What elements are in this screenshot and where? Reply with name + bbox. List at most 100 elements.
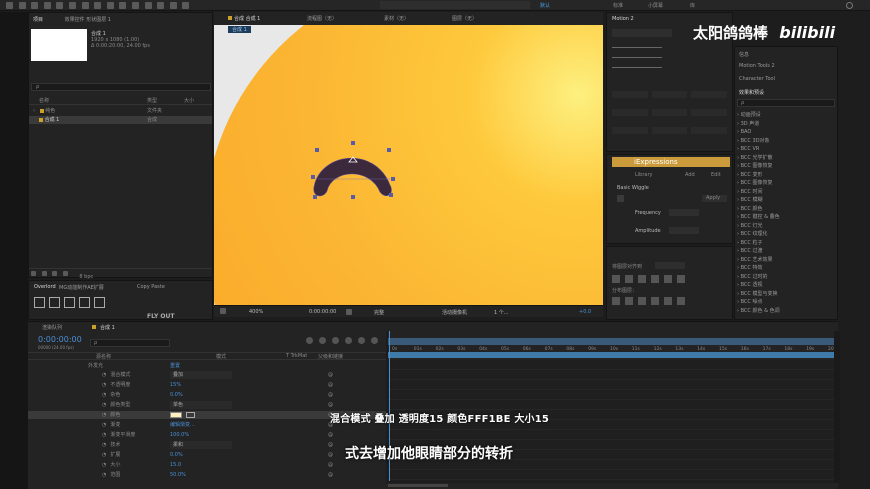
zoom-slider[interactable]: [388, 484, 448, 487]
motion-slider-2[interactable]: [612, 57, 662, 58]
timeline-scrollbar[interactable]: [834, 331, 840, 483]
motion-slider-1[interactable]: [612, 47, 662, 48]
effect-category[interactable]: › BCC 过渡: [737, 247, 857, 255]
anchor-point-handle[interactable]: [351, 141, 355, 145]
effect-category[interactable]: › BCC 噪点: [737, 298, 857, 306]
fill-stroke-bar[interactable]: [380, 1, 530, 9]
work-area-bar[interactable]: [388, 338, 834, 345]
property-value[interactable]: 编辑渐变...: [170, 421, 195, 429]
pen-tool-icon[interactable]: [106, 2, 114, 9]
anchor-point-handle[interactable]: [311, 175, 315, 179]
property-row[interactable]: ◔ 扩展 0.0% @: [28, 451, 386, 459]
motion-button[interactable]: [651, 91, 688, 98]
stopwatch-icon[interactable]: ◔: [102, 452, 106, 458]
eyedropper-icon[interactable]: [186, 412, 195, 418]
col-source-name[interactable]: 源名称: [96, 353, 111, 360]
effect-category[interactable]: › BCC 灯光: [737, 222, 857, 230]
property-value[interactable]: 0.0%: [170, 391, 183, 399]
frame-blending-icon[interactable]: [345, 337, 352, 344]
distribute-icon[interactable]: [625, 297, 633, 305]
tab-motion2[interactable]: Motion 2: [612, 16, 634, 22]
stopwatch-icon[interactable]: ◔: [102, 402, 106, 408]
tab-footage[interactable]: 素材（无）: [384, 15, 409, 22]
motion-button[interactable]: [651, 109, 688, 116]
tab-flowchart[interactable]: 流程图（无）: [307, 15, 337, 22]
distribute-icon[interactable]: [664, 297, 672, 305]
effect-category[interactable]: › BCC 时间: [737, 188, 857, 196]
property-row[interactable]: ◔ 技术 柔和 @: [28, 441, 386, 449]
property-value[interactable]: 单色: [170, 401, 232, 409]
camera-tool-icon[interactable]: [68, 2, 76, 9]
col-size[interactable]: 大小: [184, 97, 194, 104]
eye-shape-path[interactable]: [313, 157, 392, 197]
property-value[interactable]: 15.0: [170, 461, 181, 469]
align-to-select[interactable]: [655, 262, 685, 269]
add-icon[interactable]: [94, 297, 105, 308]
property-row[interactable]: ◔ 渐变平滑度 100.0% @: [28, 431, 386, 439]
anchor-point-handle[interactable]: [389, 193, 393, 197]
align-vcenter-icon[interactable]: [664, 275, 672, 283]
tab-copy-paste[interactable]: Copy Paste: [137, 284, 165, 290]
search-help-icon[interactable]: [846, 2, 853, 9]
delete-icon[interactable]: [62, 271, 68, 276]
pickwhip-icon[interactable]: @: [328, 461, 333, 469]
workspace-standard[interactable]: 标准: [613, 2, 623, 9]
pan-tool-icon[interactable]: [81, 2, 89, 9]
motion-slider-3[interactable]: [612, 67, 662, 68]
tab-character-tool[interactable]: Character Tool: [739, 76, 775, 82]
apply-button[interactable]: Apply: [702, 195, 727, 202]
shy-layers-icon[interactable]: [332, 337, 339, 344]
tab-comp-timeline[interactable]: 合成 1: [100, 324, 115, 331]
layer-style-reset[interactable]: 重置: [170, 362, 180, 370]
effect-category[interactable]: › BCC 过时的: [737, 273, 857, 281]
effect-category[interactable]: › BAO: [737, 128, 857, 136]
distribute-icon[interactable]: [677, 297, 685, 305]
pickwhip-icon[interactable]: @: [328, 371, 333, 379]
effect-category[interactable]: › BCC 图像恢复: [737, 162, 857, 170]
property-value[interactable]: 100.0%: [170, 431, 189, 439]
property-value[interactable]: 叠加: [170, 371, 232, 379]
new-folder-icon[interactable]: [41, 271, 47, 276]
anchor-point-handle[interactable]: [315, 148, 319, 152]
motion-button[interactable]: [612, 127, 648, 134]
align-top-icon[interactable]: [651, 275, 659, 283]
exposure-value[interactable]: +0.0: [579, 309, 591, 315]
effect-category[interactable]: › BCC 光学扩散: [737, 154, 857, 162]
stopwatch-icon[interactable]: ◔: [102, 392, 106, 398]
stopwatch-icon[interactable]: ◔: [102, 412, 106, 418]
camera-select[interactable]: 活动摄像机: [442, 309, 467, 316]
composition-viewer[interactable]: 合成 1: [214, 25, 603, 305]
property-row[interactable]: ◔ 范围 50.0% @: [28, 471, 386, 479]
brush-tool-icon[interactable]: [131, 2, 139, 9]
comp-flowchart-icon[interactable]: [306, 337, 313, 344]
motion-button[interactable]: [612, 91, 648, 98]
motion-button[interactable]: [691, 109, 727, 116]
effect-category[interactable]: › BCC 粒子: [737, 239, 857, 247]
anchor-point-handle[interactable]: [351, 195, 355, 199]
workspace-small-screen[interactable]: 小屏幕: [648, 2, 663, 9]
effect-category[interactable]: › 动画预设: [737, 111, 857, 119]
anchor-point-handle[interactable]: [313, 195, 317, 199]
motion-button[interactable]: [651, 127, 688, 134]
project-item-comp[interactable]: 合成 1 合成: [29, 116, 212, 124]
pickwhip-icon[interactable]: @: [328, 471, 333, 479]
property-row[interactable]: ◔ 杂色 0.0% @: [28, 391, 386, 399]
tab-info[interactable]: 信息: [739, 51, 749, 58]
align-bottom-icon[interactable]: [677, 275, 685, 283]
graph-editor-icon[interactable]: [371, 337, 378, 344]
property-value[interactable]: 50.0%: [170, 471, 186, 479]
frequency-input[interactable]: [669, 209, 699, 216]
col-name[interactable]: 名称: [39, 97, 49, 104]
mask-tool-icon[interactable]: [94, 2, 102, 9]
col-parent[interactable]: 父级和链接: [318, 353, 343, 360]
new-comp-icon[interactable]: [52, 271, 58, 276]
property-value[interactable]: 0.0%: [170, 451, 183, 459]
distribute-icon[interactable]: [651, 297, 659, 305]
selection-tool-icon[interactable]: [18, 2, 26, 9]
home-icon[interactable]: [6, 2, 13, 9]
property-value[interactable]: 15%: [170, 381, 181, 389]
eye-shape-svg[interactable]: [294, 135, 414, 205]
property-row[interactable]: ◔ 混合模式 叠加 @: [28, 371, 386, 379]
motion-blur-icon[interactable]: [358, 337, 365, 344]
snapshot-camera-icon[interactable]: [346, 309, 352, 315]
